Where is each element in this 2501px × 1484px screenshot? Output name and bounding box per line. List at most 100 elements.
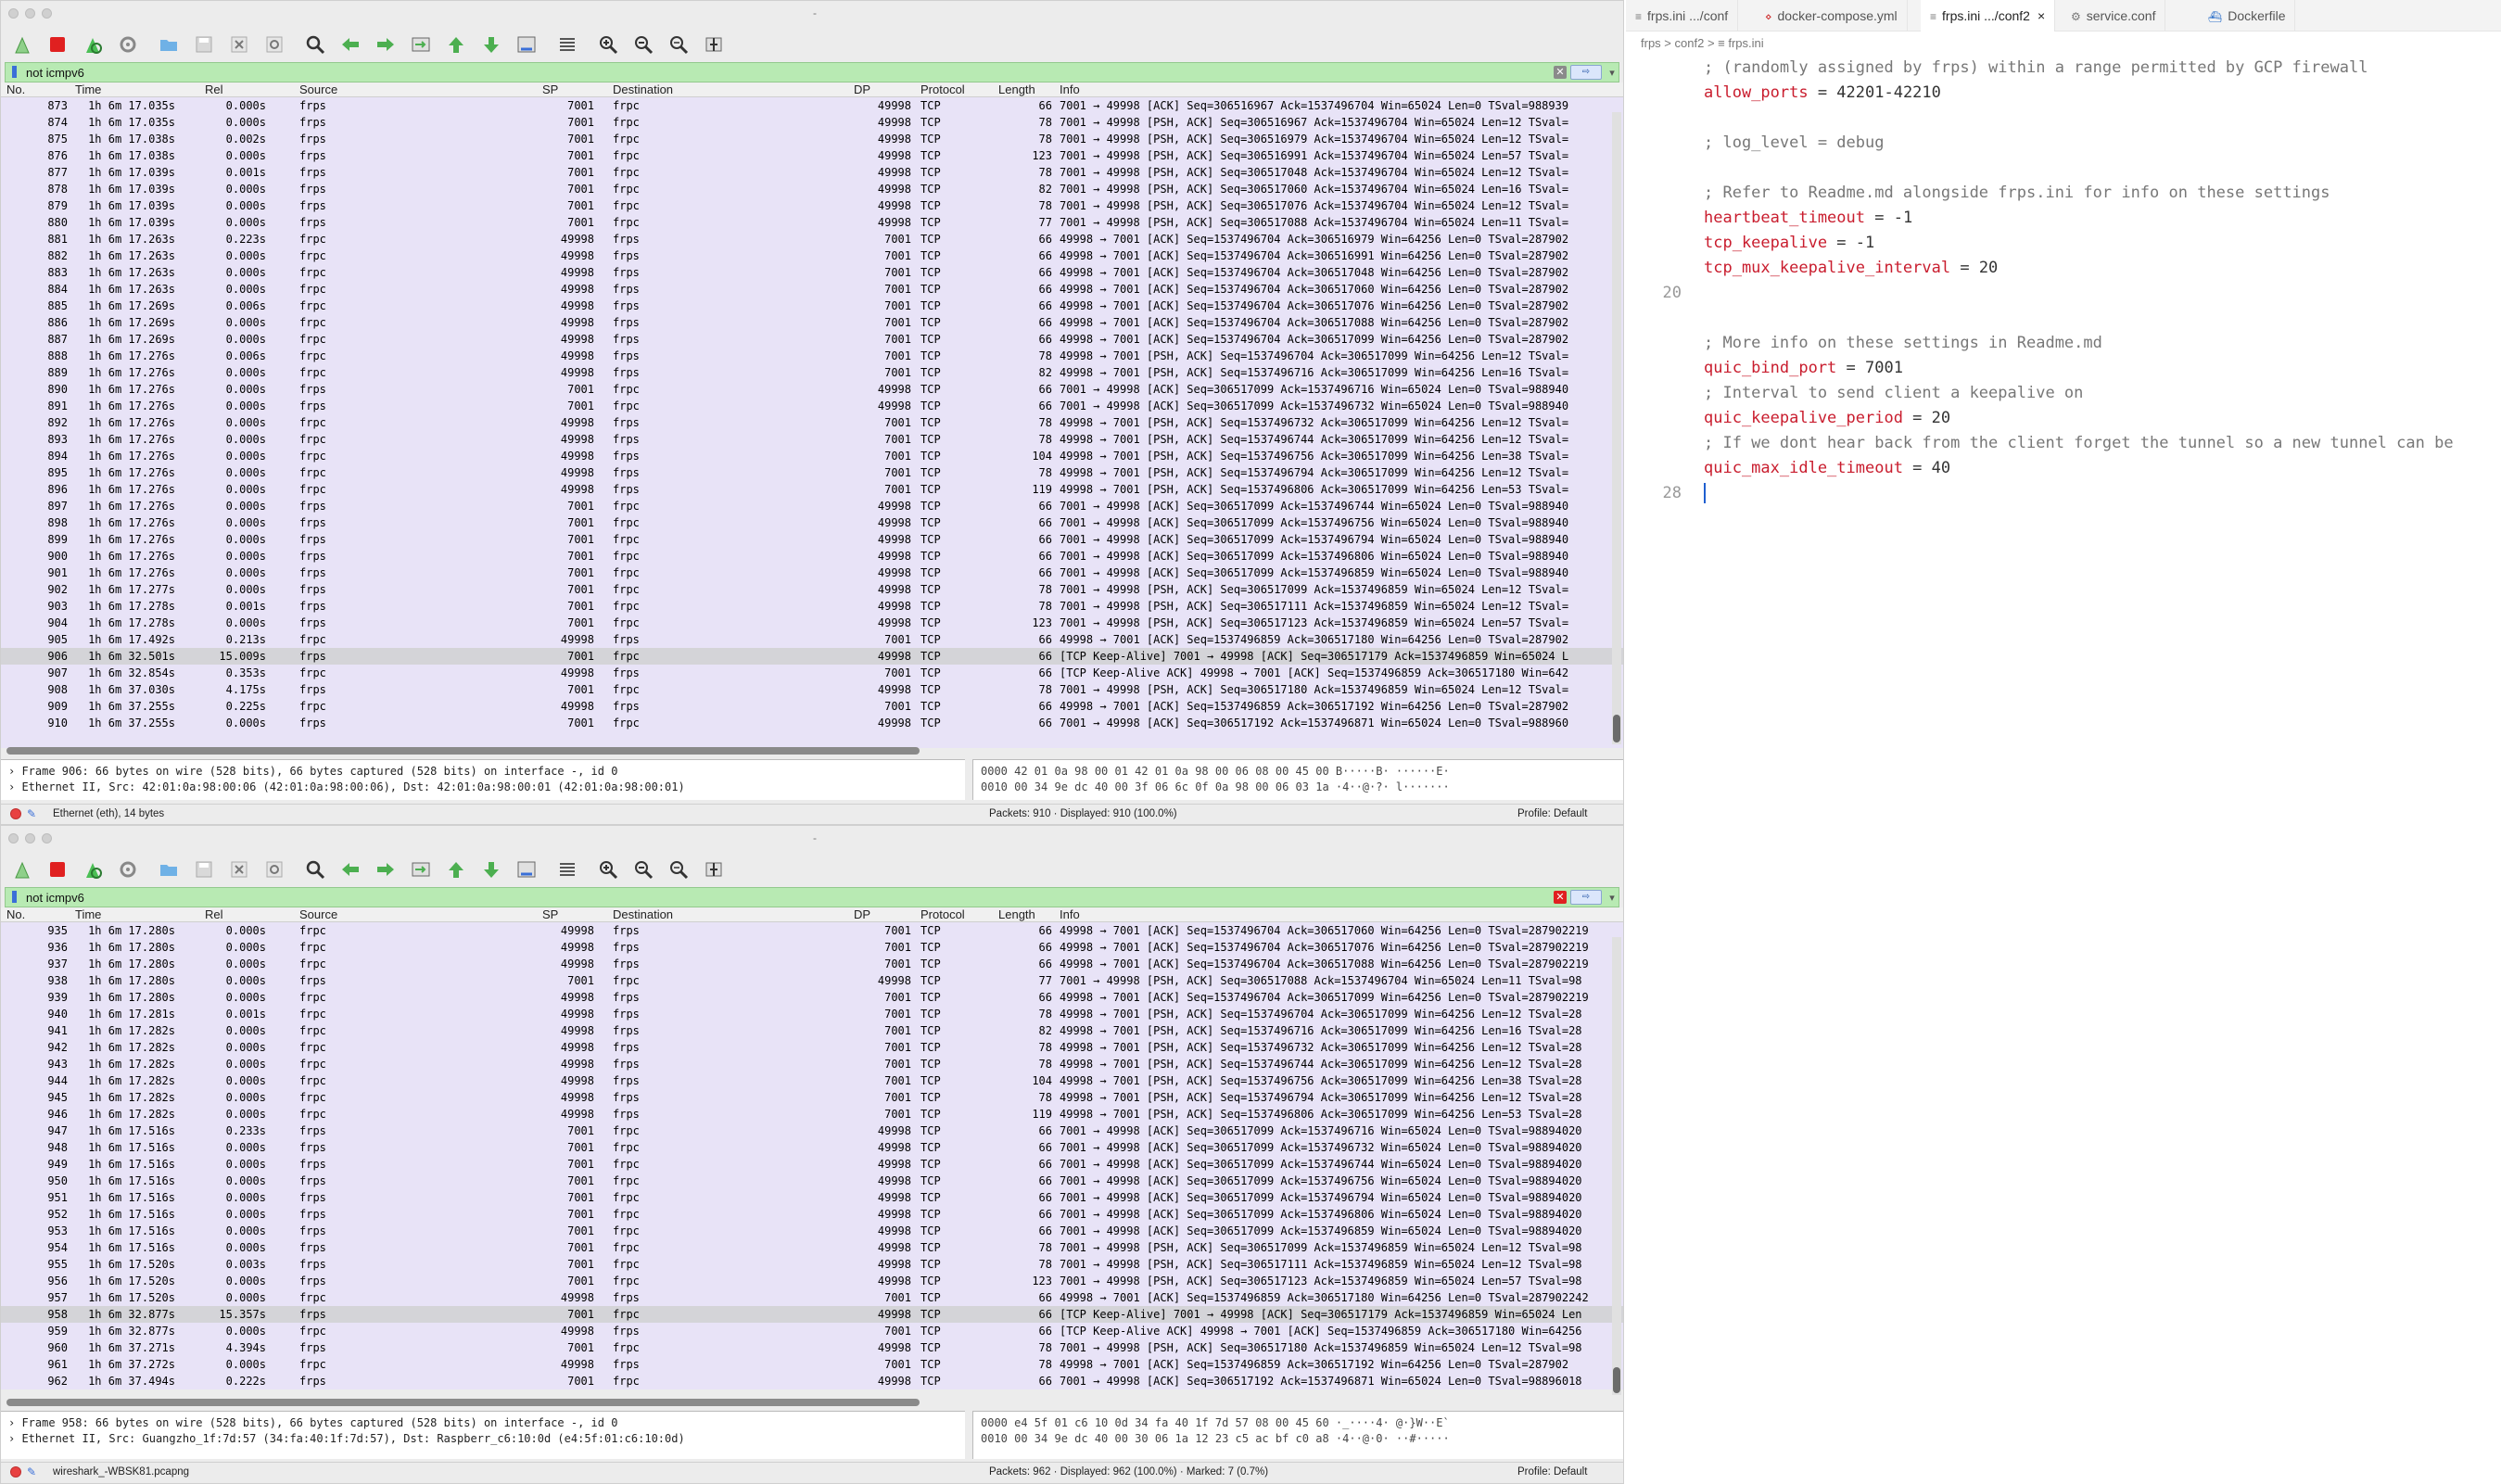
packet-list-hscroll[interactable] — [6, 1399, 920, 1406]
packet-row[interactable]: 908 1h 6m 37.030s 4.175s frps 7001 frpc 49998 T… — [1, 681, 1623, 698]
packet-row[interactable]: 902 1h 6m 17.277s 0.000s frps 7001 frpc 49998 T… — [1, 581, 1623, 598]
display-filter-input[interactable] — [26, 889, 1554, 906]
packet-list-hscroll[interactable] — [6, 747, 920, 755]
tab-frps-ini[interactable]: ≡ frps.ini .../conf2 × — [1921, 0, 2056, 32]
packet-row[interactable]: 895 1h 6m 17.276s 0.000s frpc 49998 frps 7001 T… — [1, 464, 1623, 481]
status-profile[interactable]: Profile: Default — [1517, 808, 1587, 819]
packet-row[interactable]: 935 1h 6m 17.280s 0.000s frpc 49998 frps 7001 T… — [1, 922, 1623, 939]
restart-capture-button[interactable] — [79, 31, 107, 58]
packet-row[interactable]: 889 1h 6m 17.276s 0.000s frpc 49998 frps 7001 T… — [1, 364, 1623, 381]
packet-row[interactable]: 899 1h 6m 17.276s 0.000s frps 7001 frpc 49998 T… — [1, 531, 1623, 548]
close-file-icon[interactable] — [225, 856, 253, 883]
zoom-in-icon[interactable] — [594, 856, 622, 883]
packet-row[interactable]: 901 1h 6m 17.276s 0.000s frps 7001 frpc 49998 T… — [1, 564, 1623, 581]
autoscroll-icon[interactable] — [513, 856, 540, 883]
minimize-window-button[interactable] — [25, 833, 35, 843]
stop-capture-button[interactable] — [44, 856, 71, 883]
open-file-icon[interactable] — [155, 856, 183, 883]
go-back-icon[interactable] — [336, 856, 364, 883]
code-line[interactable]: ; (randomly assigned by frps) within a r… — [1626, 56, 2501, 81]
go-forward-icon[interactable] — [372, 31, 400, 58]
packet-row[interactable]: 959 1h 6m 32.877s 0.000s frpc 49998 frps 7001 T… — [1, 1323, 1623, 1339]
packet-row[interactable]: 961 1h 6m 37.272s 0.000s frpc 49998 frps 7001 T… — [1, 1356, 1623, 1373]
packet-row[interactable]: 879 1h 6m 17.039s 0.000s frps 7001 frpc 49998 T… — [1, 197, 1623, 214]
breadcrumb-item[interactable]: frps — [1641, 36, 1661, 50]
packet-row[interactable]: 955 1h 6m 17.520s 0.003s frps 7001 frpc 49998 T… — [1, 1256, 1623, 1273]
close-file-icon[interactable] — [225, 31, 253, 58]
column-header-no[interactable]: No. — [6, 82, 25, 96]
find-packet-icon[interactable] — [301, 856, 329, 883]
column-header-length[interactable]: Length — [998, 907, 1035, 921]
packet-row[interactable]: 893 1h 6m 17.276s 0.000s frpc 49998 frps 7001 T… — [1, 431, 1623, 448]
column-header-dp[interactable]: DP — [854, 907, 870, 921]
open-file-icon[interactable] — [155, 31, 183, 58]
packet-row[interactable]: 887 1h 6m 17.269s 0.000s frpc 49998 frps 7001 T… — [1, 331, 1623, 348]
reload-file-icon[interactable] — [260, 31, 288, 58]
code-area[interactable]: ; (randomly assigned by frps) within a r… — [1626, 56, 2501, 506]
packet-row[interactable]: 880 1h 6m 17.039s 0.000s frps 7001 frpc 49998 T… — [1, 214, 1623, 231]
packet-row[interactable]: 876 1h 6m 17.038s 0.000s frps 7001 frpc 49998 T… — [1, 147, 1623, 164]
start-capture-button[interactable] — [8, 856, 36, 883]
column-header-destination[interactable]: Destination — [613, 82, 673, 96]
go-back-icon[interactable] — [336, 31, 364, 58]
code-line[interactable] — [1626, 106, 2501, 131]
code-line[interactable]: 20 — [1626, 281, 2501, 306]
tab-frps-ini[interactable]: ≡ frps.ini .../conf — [1626, 0, 1739, 32]
column-header-time[interactable]: Time — [75, 82, 101, 96]
column-header-length[interactable]: Length — [998, 82, 1035, 96]
packet-row[interactable]: 881 1h 6m 17.263s 0.223s frpc 49998 frps 7001 T… — [1, 231, 1623, 247]
tab-service-conf[interactable]: ⚙ service.conf — [2062, 0, 2166, 32]
column-header-sp[interactable]: SP — [542, 82, 558, 96]
go-to-packet-icon[interactable] — [407, 31, 435, 58]
go-last-icon[interactable] — [477, 856, 505, 883]
packet-row[interactable]: 947 1h 6m 17.516s 0.233s frps 7001 frpc 49998 T… — [1, 1123, 1623, 1139]
packet-row[interactable]: 962 1h 6m 37.494s 0.222s frps 7001 frpc 49998 T… — [1, 1373, 1623, 1389]
reload-file-icon[interactable] — [260, 856, 288, 883]
packet-row[interactable]: 896 1h 6m 17.276s 0.000s frpc 49998 frps 7001 T… — [1, 481, 1623, 498]
packet-row[interactable]: 904 1h 6m 17.278s 0.000s frps 7001 frpc 49998 T… — [1, 615, 1623, 631]
go-first-icon[interactable] — [442, 856, 470, 883]
zoom-out-icon[interactable] — [629, 856, 657, 883]
packet-row[interactable]: 890 1h 6m 17.276s 0.000s frps 7001 frpc 49998 T… — [1, 381, 1623, 398]
packet-row[interactable]: 950 1h 6m 17.516s 0.000s frps 7001 frpc 49998 T… — [1, 1173, 1623, 1189]
capture-comment-icon[interactable]: ✎ — [27, 807, 42, 820]
zoom-in-icon[interactable] — [594, 31, 622, 58]
filter-history-chevron-icon[interactable]: ▾ — [1606, 892, 1619, 904]
packet-list[interactable]: 873 1h 6m 17.035s 0.000s frps 7001 frpc 49998 T… — [1, 97, 1623, 748]
code-line[interactable]: ; Interval to send client a keepalive on — [1626, 381, 2501, 406]
packet-row[interactable]: 877 1h 6m 17.039s 0.001s frps 7001 frpc 49998 T… — [1, 164, 1623, 181]
column-header-rel[interactable]: Rel — [205, 82, 223, 96]
apply-filter-button[interactable]: ⇨ — [1570, 890, 1602, 905]
packet-row[interactable]: 873 1h 6m 17.035s 0.000s frps 7001 frpc 49998 T… — [1, 97, 1623, 114]
start-capture-button[interactable] — [8, 31, 36, 58]
packet-bytes-pane[interactable]: 0000 42 01 0a 98 00 01 42 01 0a 98 00 06… — [972, 759, 1623, 800]
packet-row[interactable]: 905 1h 6m 17.492s 0.213s frpc 49998 frps 7001 T… — [1, 631, 1623, 648]
packet-row[interactable]: 937 1h 6m 17.280s 0.000s frpc 49998 frps 7001 T… — [1, 956, 1623, 972]
expand-chevron-icon[interactable]: › — [8, 780, 21, 793]
expert-info-icon[interactable] — [10, 1465, 21, 1478]
packet-list-vscroll-thumb[interactable] — [1613, 1367, 1620, 1393]
close-tab-icon[interactable]: × — [2038, 8, 2045, 23]
display-filter-input[interactable] — [26, 64, 1554, 81]
zoom-out-icon[interactable] — [629, 31, 657, 58]
column-header-protocol[interactable]: Protocol — [920, 82, 965, 96]
packet-row[interactable]: 884 1h 6m 17.263s 0.000s frpc 49998 frps 7001 T… — [1, 281, 1623, 298]
packet-row[interactable]: 891 1h 6m 17.276s 0.000s frps 7001 frpc 49998 T… — [1, 398, 1623, 414]
filter-bookmark-icon[interactable] — [9, 65, 22, 80]
detail-tree-item[interactable]: › Frame 958: 66 bytes on wire (528 bits)… — [1, 1415, 965, 1431]
packet-row[interactable]: 886 1h 6m 17.269s 0.000s frpc 49998 frps 7001 T… — [1, 314, 1623, 331]
packet-row[interactable]: 894 1h 6m 17.276s 0.000s frpc 49998 frps 7001 T… — [1, 448, 1623, 464]
normal-size-icon[interactable] — [665, 856, 692, 883]
column-header-rel[interactable]: Rel — [205, 907, 223, 921]
go-to-packet-icon[interactable] — [407, 856, 435, 883]
go-first-icon[interactable] — [442, 31, 470, 58]
code-line[interactable]: tcp_mux_keepalive_interval = 20 — [1626, 256, 2501, 281]
packet-row[interactable]: 957 1h 6m 17.520s 0.000s frpc 49998 frps 7001 T… — [1, 1289, 1623, 1306]
packet-row[interactable]: 882 1h 6m 17.263s 0.000s frpc 49998 frps 7001 T… — [1, 247, 1623, 264]
packet-row[interactable]: 906 1h 6m 32.501s 15.009s frps 7001 frpc 49998… — [1, 648, 1623, 665]
packet-details-pane[interactable]: › Frame 906: 66 bytes on wire (528 bits)… — [1, 759, 965, 800]
save-file-icon[interactable] — [190, 856, 218, 883]
column-header-time[interactable]: Time — [75, 907, 101, 921]
go-forward-icon[interactable] — [372, 856, 400, 883]
packet-row[interactable]: 948 1h 6m 17.516s 0.000s frps 7001 frpc 49998 T… — [1, 1139, 1623, 1156]
